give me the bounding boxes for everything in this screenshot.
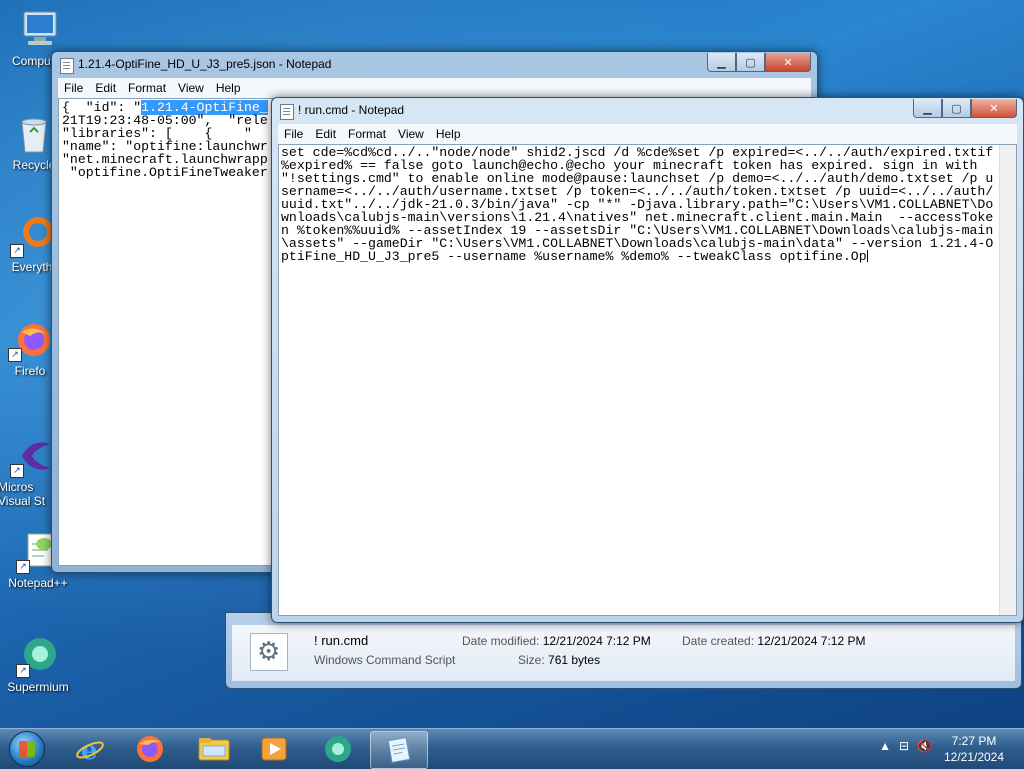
maximize-button[interactable]: ▢ — [736, 53, 765, 72]
shortcut-arrow-icon: ↗ — [10, 244, 24, 258]
menu-edit[interactable]: Edit — [89, 81, 122, 95]
cmd-content: set cde=%cd%cd../.."node/node" shid2.jsc… — [279, 145, 998, 264]
everything-search-icon: ↗ — [10, 214, 54, 258]
start-button[interactable] — [2, 730, 52, 768]
date-created-value: 12/21/2024 7:12 PM — [757, 634, 866, 648]
desktop-icon-label: Supermium — [7, 680, 69, 694]
supermium-icon — [325, 736, 351, 762]
details-date-modified: Date modified: 12/21/2024 7:12 PM — [462, 634, 651, 648]
details-file-type: Windows Command Script — [314, 653, 456, 667]
shortcut-arrow-icon: ↗ — [16, 560, 30, 574]
explorer-window[interactable]: ! run.cmd Windows Command Script Date mo… — [225, 612, 1022, 689]
window-title: ! run.cmd - Notepad — [298, 103, 405, 117]
shortcut-arrow-icon: ↗ — [8, 348, 22, 362]
menu-bar: File Edit Format View Help — [58, 78, 811, 98]
date-created-label: Date created: — [682, 634, 755, 648]
network-icon[interactable]: ⊟ — [899, 739, 909, 753]
menu-view[interactable]: View — [172, 81, 210, 95]
show-hidden-icons-icon[interactable]: ▲ — [879, 739, 891, 753]
system-tray: ▲ ⊟ 🔇 — [879, 739, 932, 753]
taskbar-supermium[interactable] — [310, 731, 366, 767]
desktop-icon-supermium[interactable]: ↗ Supermium — [0, 634, 78, 694]
firefox-icon: ↗ — [8, 318, 52, 362]
notepad-icon — [387, 737, 411, 763]
desktop-icon-label: Notepad++ — [8, 576, 68, 590]
clock[interactable]: 7:27 PM 12/21/2024 — [934, 733, 1014, 765]
folder-icon — [198, 738, 230, 761]
window-title: 1.21.4-OptiFine_HD_U_J3_pre5.json - Note… — [78, 57, 332, 71]
text-caret — [866, 250, 868, 262]
cmd-script-icon — [250, 633, 288, 671]
maximize-button[interactable]: ▢ — [942, 99, 971, 118]
windows-logo-icon — [9, 731, 45, 767]
internet-explorer-icon: e — [76, 736, 104, 764]
details-date-created: Date created: 12/21/2024 7:12 PM — [682, 634, 865, 648]
window-controls: ▁ ▢ ✕ — [913, 99, 1017, 118]
desktop-icon-label: Micros Visual St — [0, 480, 46, 508]
menu-view[interactable]: View — [392, 127, 430, 141]
details-size: Size: 761 bytes — [518, 653, 600, 667]
date-modified-label: Date modified: — [462, 634, 540, 648]
menu-edit[interactable]: Edit — [309, 127, 342, 141]
shortcut-arrow-icon: ↗ — [10, 464, 24, 478]
vertical-scrollbar[interactable] — [999, 145, 1016, 615]
details-file-name: ! run.cmd — [314, 633, 369, 648]
json-window-titlebar[interactable]: 1.21.4-OptiFine_HD_U_J3_pre5.json - Note… — [52, 52, 817, 78]
computer-icon — [18, 8, 62, 52]
cmd-text: set cde=%cd%cd../.."node/node" shid2.jsc… — [281, 145, 1002, 264]
taskbar-media-player[interactable] — [246, 731, 302, 767]
menu-bar: File Edit Format View Help — [278, 124, 1017, 144]
size-value: 761 bytes — [548, 653, 601, 667]
menu-help[interactable]: Help — [210, 81, 247, 95]
notepad-icon — [280, 104, 294, 120]
close-button[interactable]: ✕ — [765, 53, 811, 72]
notepad-icon — [60, 58, 74, 74]
cmd-window-titlebar[interactable]: ! run.cmd - Notepad ▁ ▢ ✕ — [272, 98, 1023, 124]
menu-file[interactable]: File — [58, 81, 89, 95]
cmd-text-area[interactable]: set cde=%cd%cd../.."node/node" shid2.jsc… — [278, 144, 1017, 616]
menu-format[interactable]: Format — [342, 127, 392, 141]
taskbar-notepad[interactable] — [370, 731, 428, 769]
size-label: Size: — [518, 653, 545, 667]
taskbar-internet-explorer[interactable]: e — [62, 731, 118, 767]
taskbar: e ▲ ⊟ 🔇 7:27 PM 12/21/2024 — [0, 728, 1024, 769]
supermium-icon: ↗ — [16, 634, 60, 678]
minimize-button[interactable]: ▁ — [913, 99, 942, 118]
clock-date: 12/21/2024 — [943, 750, 1005, 764]
visual-studio-icon: ↗ — [10, 434, 54, 478]
close-button[interactable]: ✕ — [971, 99, 1017, 118]
media-player-icon — [261, 737, 287, 761]
clock-time: 7:27 PM — [951, 734, 997, 748]
firefox-icon — [137, 736, 163, 762]
volume-muted-icon[interactable]: 🔇 — [917, 739, 932, 753]
minimize-button[interactable]: ▁ — [707, 53, 736, 72]
menu-format[interactable]: Format — [122, 81, 172, 95]
taskbar-firefox[interactable] — [122, 731, 178, 767]
recycle-bin-icon — [12, 112, 56, 156]
taskbar-file-explorer[interactable] — [186, 731, 242, 767]
menu-file[interactable]: File — [278, 127, 309, 141]
svg-text:e: e — [81, 736, 98, 764]
shortcut-arrow-icon: ↗ — [16, 664, 30, 678]
menu-help[interactable]: Help — [430, 127, 467, 141]
date-modified-value: 12/21/2024 7:12 PM — [542, 634, 651, 648]
cmd-notepad-window[interactable]: ! run.cmd - Notepad ▁ ▢ ✕ File Edit Form… — [271, 97, 1024, 623]
details-pane: ! run.cmd Windows Command Script Date mo… — [232, 625, 1015, 681]
window-controls: ▁ ▢ ✕ — [707, 53, 811, 72]
